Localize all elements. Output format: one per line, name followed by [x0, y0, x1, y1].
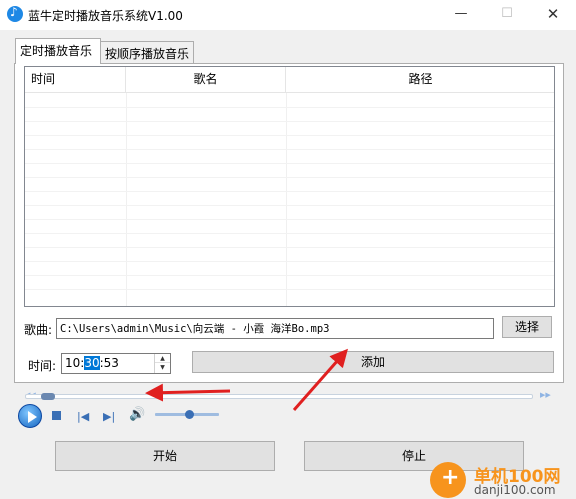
- song-path-field[interactable]: C:\Users\admin\Music\向云端 - 小霞 海洋Bo.mp3: [56, 318, 494, 339]
- spin-up-icon[interactable]: ▲: [155, 354, 170, 363]
- stop-icon[interactable]: [52, 411, 61, 420]
- close-button[interactable]: ✕: [530, 0, 576, 30]
- watermark: 单机100网 danji100.com: [430, 462, 576, 499]
- watermark-url: danji100.com: [474, 483, 556, 497]
- list-header: 时间 歌名 路径: [25, 67, 554, 93]
- maximize-button[interactable]: ☐: [484, 0, 530, 30]
- tab-timed-play[interactable]: 定时播放音乐: [15, 38, 101, 64]
- row-divider: [25, 205, 554, 206]
- seek-bar[interactable]: [25, 394, 533, 399]
- previous-track-icon[interactable]: |◀: [77, 410, 89, 423]
- song-label: 歌曲:: [24, 323, 53, 337]
- spin-down-icon[interactable]: ▼: [155, 363, 170, 372]
- start-button[interactable]: 开始: [55, 441, 275, 471]
- row-divider: [25, 191, 554, 192]
- time-second[interactable]: 53: [104, 356, 119, 370]
- tab-sequential-play[interactable]: 按顺序播放音乐: [100, 41, 194, 63]
- row-divider: [25, 149, 554, 150]
- time-minute[interactable]: 30: [84, 356, 100, 370]
- time-spinner[interactable]: ▲ ▼: [154, 354, 170, 373]
- row-divider: [25, 275, 554, 276]
- time-label: 时间:: [28, 359, 57, 373]
- row-divider: [25, 233, 554, 234]
- schedule-list[interactable]: 时间 歌名 路径: [24, 66, 555, 307]
- row-divider: [25, 163, 554, 164]
- row-divider: [25, 177, 554, 178]
- row-divider: [25, 219, 554, 220]
- add-button[interactable]: 添加: [192, 351, 554, 373]
- volume-thumb[interactable]: [185, 410, 194, 419]
- column-header-song[interactable]: 歌名: [126, 67, 286, 93]
- column-header-path[interactable]: 路径: [286, 67, 554, 93]
- volume-icon[interactable]: 🔊: [129, 407, 145, 422]
- next-track-icon[interactable]: ▶|: [103, 410, 115, 423]
- seek-thumb[interactable]: [41, 393, 55, 400]
- column-header-time[interactable]: 时间: [25, 67, 126, 93]
- seek-forward-icon[interactable]: ▶▶: [540, 391, 551, 399]
- time-hour[interactable]: 10: [65, 356, 80, 370]
- row-divider: [25, 247, 554, 248]
- play-button[interactable]: [18, 404, 42, 428]
- title-bar: 蓝牛定时播放音乐系统V1.00 — ☐ ✕: [0, 0, 576, 30]
- choose-button[interactable]: 选择: [502, 316, 552, 338]
- row-divider: [25, 261, 554, 262]
- minimize-button[interactable]: —: [438, 0, 484, 30]
- window-title: 蓝牛定时播放音乐系统V1.00: [28, 9, 183, 23]
- row-divider: [25, 121, 554, 122]
- row-divider: [25, 107, 554, 108]
- watermark-logo-icon: [430, 462, 466, 498]
- row-divider: [25, 289, 554, 290]
- row-divider: [25, 135, 554, 136]
- music-note-icon: [7, 5, 23, 22]
